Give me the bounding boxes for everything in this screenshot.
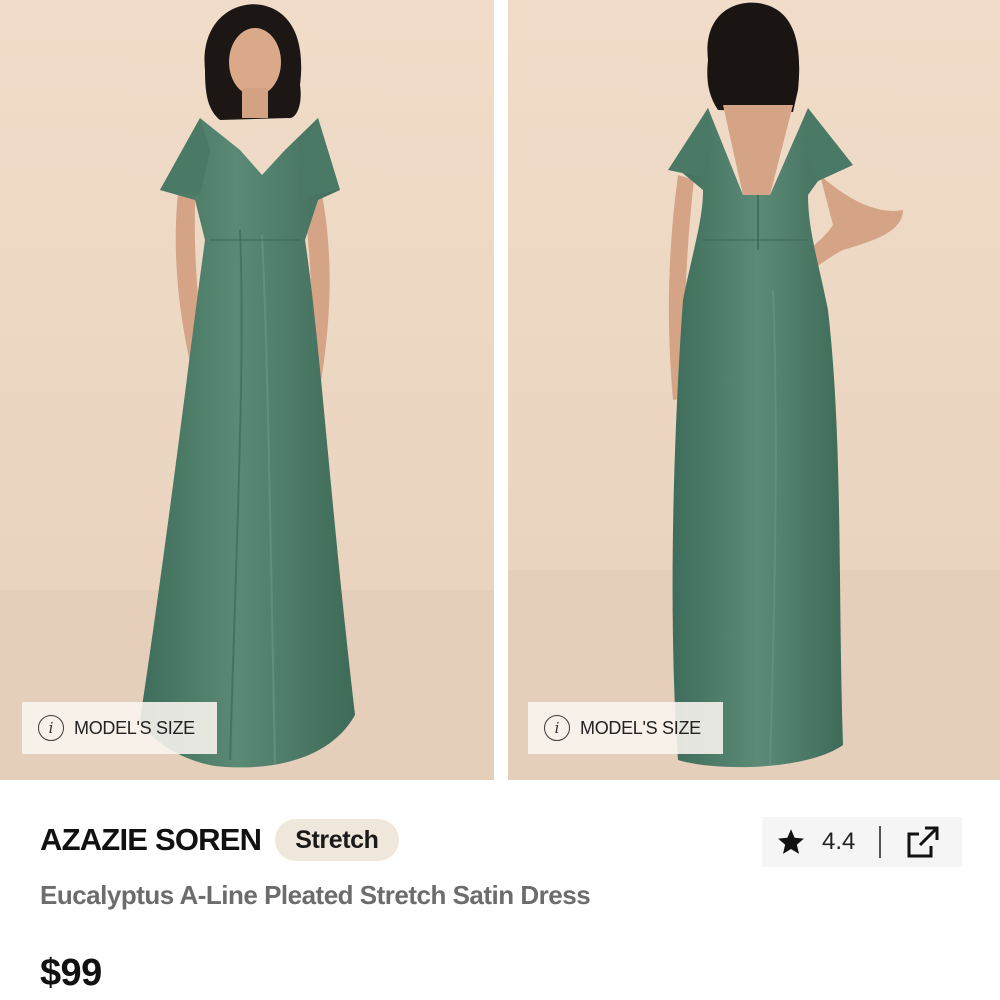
divider xyxy=(879,826,882,858)
rating-value[interactable]: 4.4 xyxy=(822,828,855,856)
product-brand[interactable]: AZAZIE SOREN xyxy=(40,822,262,858)
model-front-image xyxy=(0,0,494,780)
product-photo-front[interactable]: i MODEL'S SIZE xyxy=(0,0,494,780)
model-size-label: MODEL'S SIZE xyxy=(580,717,701,738)
model-size-button-front[interactable]: i MODEL'S SIZE xyxy=(22,702,217,754)
info-icon: i xyxy=(544,715,570,741)
info-icon: i xyxy=(38,715,64,741)
model-size-button-back[interactable]: i MODEL'S SIZE xyxy=(528,702,723,754)
star-icon xyxy=(778,829,804,854)
model-back-image xyxy=(508,0,1000,780)
stretch-badge: Stretch xyxy=(275,819,399,861)
share-external-icon[interactable] xyxy=(903,822,943,862)
product-name: Eucalyptus A-Line Pleated Stretch Satin … xyxy=(40,880,591,910)
product-photo-back[interactable]: i MODEL'S SIZE xyxy=(508,0,1000,780)
product-price: $99 xyxy=(40,952,102,994)
model-size-label: MODEL'S SIZE xyxy=(74,717,195,738)
rating-and-share: 4.4 xyxy=(762,817,962,867)
product-gallery: i MODEL'S SIZE i MODEL'S SIZE xyxy=(0,0,1000,780)
